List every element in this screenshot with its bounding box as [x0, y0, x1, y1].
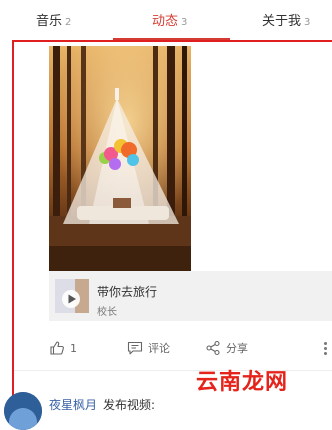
highlight-frame-top [12, 40, 332, 42]
like-count: 1 [70, 341, 77, 355]
post-image[interactable] [49, 46, 191, 271]
share-label: 分享 [226, 342, 248, 355]
tab-music[interactable]: 音乐 2 [36, 0, 71, 40]
next-post-username[interactable]: 夜星枫月 [49, 398, 97, 412]
song-cover[interactable] [55, 279, 89, 313]
share-button[interactable]: 分享 [205, 339, 248, 357]
avatar[interactable] [4, 392, 42, 430]
tab-about-me[interactable]: 关于我 3 [262, 0, 310, 40]
comment-button[interactable]: 评论 [127, 339, 170, 357]
thumbs-up-icon [50, 341, 64, 355]
comment-label: 评论 [148, 342, 170, 355]
tab-label: 音乐 [36, 14, 63, 29]
watermark: 云南龙网 [196, 370, 289, 395]
comment-icon [127, 341, 143, 355]
next-post-action: 发布视频: [103, 398, 156, 412]
like-button[interactable]: 1 [49, 339, 77, 357]
tab-label: 关于我 [262, 14, 302, 29]
next-post-header: 夜星枫月 发布视频: [49, 396, 155, 413]
song-title: 带你去旅行 [97, 285, 158, 299]
tab-count: 2 [65, 17, 72, 28]
tab-count: 3 [304, 17, 311, 28]
tab-dynamic[interactable]: 动态 3 [152, 0, 187, 40]
tab-label: 动态 [152, 14, 179, 29]
song-artist: 校长 [97, 307, 117, 318]
share-icon [206, 340, 220, 356]
more-vertical-icon[interactable] [322, 341, 328, 357]
tab-count: 3 [181, 17, 188, 28]
tab-bar: 音乐 2 动态 3 关于我 3 [0, 0, 332, 40]
post-action-bar: 1 评论 分享 [0, 333, 332, 363]
shared-song-card[interactable]: 带你去旅行 校长 [49, 271, 332, 321]
